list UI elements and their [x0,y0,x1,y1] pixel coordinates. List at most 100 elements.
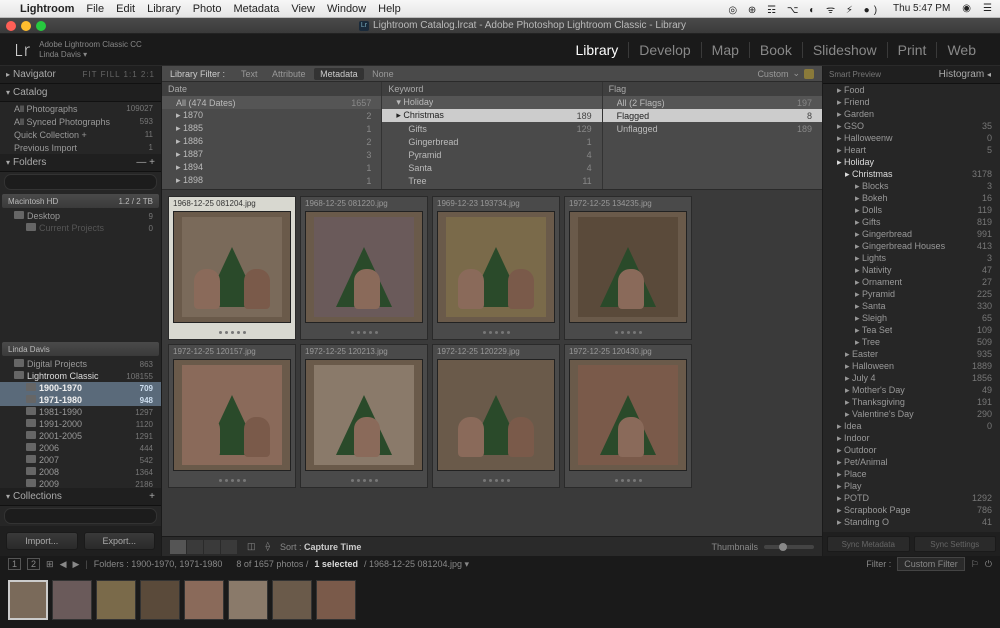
filmstrip-thumb[interactable] [228,580,268,620]
metadata-row[interactable]: Gingerbread1 [382,135,601,148]
thumbnail-cell[interactable]: 1972-12-25 120430.jpg [564,344,692,488]
thumbnail-cell[interactable]: 1969-12-23 193734.jpg [432,196,560,340]
thumbnail-image[interactable] [173,211,291,323]
add-folder-icon[interactable]: — + [136,157,155,168]
metadata-col-header[interactable]: Keyword [382,82,601,96]
metadata-row[interactable]: Flagged8 [603,109,822,122]
module-map[interactable]: Map [701,42,749,58]
metadata-row[interactable]: ▸ 18702 [162,109,381,122]
thumb-rating[interactable] [565,325,691,339]
import-button[interactable]: Import... [6,532,78,550]
keyword-row[interactable]: ▸ Pet/Animal [823,456,1000,468]
menu-view[interactable]: View [291,3,315,15]
keyword-row[interactable]: ▸ Christmas3178 [823,168,1000,180]
filmstrip-thumb[interactable] [8,580,48,620]
catalog-header[interactable]: ▾Catalog [0,84,161,102]
folder-item[interactable]: Current Projects0 [0,222,161,234]
nav-back-icon[interactable]: ◀ [60,559,67,570]
thumbnail-image[interactable] [437,211,555,323]
keyword-row[interactable]: ▸ Gingerbread Houses413 [823,240,1000,252]
metadata-col-header[interactable]: Flag [603,82,822,96]
keyword-row[interactable]: ▸ Nativity47 [823,264,1000,276]
thumbnail-cell[interactable]: 1972-12-25 120157.jpg [168,344,296,488]
catalog-item[interactable]: All Synced Photographs593 [0,115,161,128]
keyword-row[interactable]: ▸ Bokeh16 [823,192,1000,204]
module-develop[interactable]: Develop [628,42,700,58]
keyword-row[interactable]: ▸ Blocks3 [823,180,1000,192]
user-name[interactable]: Linda Davis [39,50,81,59]
folder-filter-input[interactable] [4,174,157,190]
close-icon[interactable] [6,21,16,31]
filmstrip-thumb[interactable] [272,580,312,620]
painter-icon[interactable]: ◫ [247,541,256,552]
folder-item[interactable]: 20081364 [0,466,161,478]
module-book[interactable]: Book [749,42,802,58]
folder-item[interactable]: 2001-20051291 [0,430,161,442]
thumbnail-size-slider[interactable] [764,545,814,549]
folders-header[interactable]: ▾Folders — + [0,154,161,172]
metadata-row[interactable]: All (474 Dates)1657 [162,96,381,109]
metadata-row[interactable]: Unflagged189 [603,122,822,135]
keyword-row[interactable]: ▸ Sleigh65 [823,312,1000,324]
filter-tab-none[interactable]: None [366,68,400,80]
module-library[interactable]: Library [566,42,629,58]
second-window-icon[interactable]: ⊞ [46,559,54,570]
filmstrip-thumb[interactable] [52,580,92,620]
keyword-row[interactable]: ▸ Indoor [823,432,1000,444]
menu-file[interactable]: File [86,3,104,15]
thumbnail-image[interactable] [569,211,687,323]
folder-item[interactable]: 1981-19901297 [0,406,161,418]
keyword-row[interactable]: ▸ Mother's Day49 [823,384,1000,396]
view-mode-buttons[interactable] [170,540,237,554]
thumb-rating[interactable] [169,325,295,339]
menu-edit[interactable]: Edit [116,3,135,15]
sort-direction-icon[interactable]: ⟠ [266,541,270,552]
keyword-row[interactable]: ▸ GSO35 [823,120,1000,132]
thumb-rating[interactable] [565,473,691,487]
keyword-row[interactable]: ▸ Pyramid225 [823,288,1000,300]
keyword-row[interactable]: ▸ Ornament27 [823,276,1000,288]
metadata-row[interactable]: Tree11 [382,174,601,187]
thumbnail-cell[interactable]: 1968-12-25 081204.jpg [168,196,296,340]
filmstrip-thumb[interactable] [316,580,356,620]
module-slideshow[interactable]: Slideshow [802,42,887,58]
flag-filter-icon[interactable]: ⚐ [971,559,979,570]
thumbnail-image[interactable] [437,359,555,471]
folder-item[interactable]: 2007542 [0,454,161,466]
keyword-row[interactable]: ▸ Thanksgiving191 [823,396,1000,408]
keyword-row[interactable]: ▸ Tea Set109 [823,324,1000,336]
keyword-row[interactable]: ▸ Lights3 [823,252,1000,264]
keyword-row[interactable]: ▸ Friend [823,96,1000,108]
page-1[interactable]: 1 [8,558,21,570]
sort-value[interactable]: Capture Time [304,542,361,552]
filter-preset[interactable]: Custom [757,69,788,79]
metadata-row[interactable]: ▾ Holiday [382,96,601,109]
grid-view[interactable]: 1968-12-25 081204.jpg 1968-12-25 081220.… [162,190,822,536]
collection-filter-input[interactable] [4,508,157,524]
keyword-row[interactable]: ▸ July 41856 [823,372,1000,384]
keyword-row[interactable]: ▸ Holiday [823,156,1000,168]
catalog-item[interactable]: Quick Collection +11 [0,128,161,141]
thumbnail-cell[interactable]: 1968-12-25 081220.jpg [300,196,428,340]
chevron-down-icon[interactable]: ⌄ [792,68,800,79]
filmstrip-thumb[interactable] [96,580,136,620]
metadata-row[interactable]: ▸ Christmas189 [382,109,601,122]
keyword-row[interactable]: ▸ Santa330 [823,300,1000,312]
thumb-rating[interactable] [433,473,559,487]
keyword-row[interactable]: ▸ POTD1292 [823,492,1000,504]
keyword-row[interactable]: ▸ Halloweenw0 [823,132,1000,144]
thumbnail-image[interactable] [305,211,423,323]
thumbnail-cell[interactable]: 1972-12-25 120213.jpg [300,344,428,488]
metadata-row[interactable]: ▸ 18851 [162,122,381,135]
menu-window[interactable]: Window [327,3,366,15]
folder-item[interactable]: 2006444 [0,442,161,454]
keyword-row[interactable]: ▸ Gifts819 [823,216,1000,228]
thumbnail-image[interactable] [173,359,291,471]
menu-photo[interactable]: Photo [193,3,222,15]
collections-header[interactable]: ▾Collections + [0,488,161,506]
keyword-row[interactable]: ▸ Idea0 [823,420,1000,432]
filter-tab-attribute[interactable]: Attribute [266,68,312,80]
thumb-rating[interactable] [433,325,559,339]
filter-tab-text[interactable]: Text [235,68,264,80]
zoom-icon[interactable] [36,21,46,31]
